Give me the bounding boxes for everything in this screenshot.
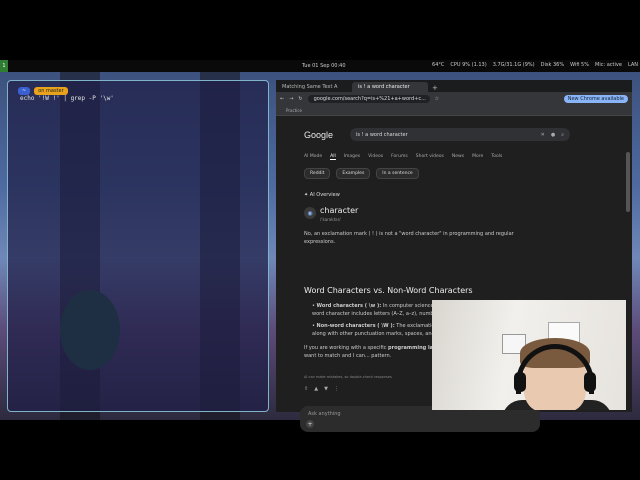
definition-word: character — [320, 206, 359, 215]
terminal-window[interactable]: ~ on master echo '!W !' | grep -P '\w' — [7, 80, 269, 412]
chip-examples[interactable]: Examples — [336, 168, 371, 179]
prompt-branch: on master — [34, 87, 68, 95]
pronunciation: /ˈkarəktər/ — [320, 217, 341, 222]
clear-icon[interactable]: ✕ — [541, 132, 545, 138]
tab-label: is ! a word character — [358, 84, 410, 90]
tab-news[interactable]: News — [452, 154, 464, 160]
feedback-row: ⇪ ▲ ▼ ⋮ — [304, 386, 339, 392]
tab-forums[interactable]: Forums — [391, 154, 408, 160]
tab-label: Matching Same Text A — [282, 84, 338, 90]
tab-videos[interactable]: Videos — [368, 154, 383, 160]
search-tabs: AI Mode All Images Videos Forums Short v… — [304, 154, 502, 160]
tab-matching[interactable]: Matching Same Text A — [276, 82, 352, 92]
forward-icon[interactable]: → — [289, 96, 293, 102]
terminal-command[interactable]: echo '!W !' | grep -P '\w' — [20, 95, 114, 102]
bookmarks-bar: Practice — [276, 106, 632, 116]
headphone-cup — [514, 372, 526, 392]
refine-chips: Reddit Examples In a sentence — [304, 168, 419, 179]
tab-active-search[interactable]: is ! a word character — [352, 82, 428, 92]
chip-reddit[interactable]: Reddit — [304, 168, 331, 179]
system-tray: 64°C CPU 9% (1.13) 3.7G/31.1G (9%) Disk … — [432, 62, 638, 68]
url-field[interactable]: google.com/search?q=is+%21+a+word+c... — [307, 95, 430, 103]
search-icons: ✕ ● ⌕ — [541, 132, 564, 138]
intro-text: No, an exclamation mark ( ! ) is not a "… — [304, 231, 514, 245]
new-tab-button[interactable]: + — [428, 84, 442, 92]
wifi-status: Wifi 5% — [570, 62, 589, 68]
para-text: If you are working with a specific — [304, 345, 389, 351]
workspace-indicator[interactable]: 1 — [0, 60, 8, 72]
mic-icon[interactable]: ● — [551, 132, 555, 138]
star-icon[interactable]: ☆ — [435, 96, 439, 102]
new-chrome-button[interactable]: New Chrome available — [563, 95, 628, 103]
tab-tools[interactable]: Tools — [491, 154, 502, 160]
tab-ai-mode[interactable]: AI Mode — [304, 154, 322, 160]
bullet-bold: Non-word characters ( \W ): — [316, 323, 395, 329]
more-icon[interactable]: ⋮ — [334, 386, 339, 392]
google-logo[interactable]: Google — [304, 130, 333, 140]
disk-usage: Disk 36% — [540, 62, 565, 68]
speaker-icon[interactable]: ◉ — [304, 207, 316, 219]
thumbs-up-icon[interactable]: ▲ — [314, 386, 318, 392]
headphone-cup — [584, 372, 596, 392]
back-icon[interactable]: ← — [280, 96, 284, 102]
mic-status: Mic: active — [595, 62, 622, 68]
chip-sentence[interactable]: In a sentence — [376, 168, 419, 179]
bookmark-practice[interactable]: Practice — [286, 108, 302, 113]
plus-icon[interactable]: + — [306, 420, 314, 428]
clock: Tue 01 Sep 00:40 — [302, 63, 346, 69]
memory-usage: 3.7G/31.1G (9%) — [492, 62, 535, 68]
terminal-prompt: ~ on master — [18, 87, 68, 95]
top-status-bar: 1 Tue 01 Sep 00:40 64°C CPU 9% (1.13) 3.… — [0, 60, 640, 72]
search-input[interactable]: is ! a word character ✕ ● ⌕ — [350, 128, 570, 141]
ai-disclaimer: AI can make mistakes, so double-check re… — [304, 375, 392, 379]
tab-short-videos[interactable]: Short videos — [416, 154, 444, 160]
address-bar-row: ← → ↻ google.com/search?q=is+%21+a+word+… — [276, 92, 632, 106]
bullet-bold: Word characters ( \w ): — [316, 303, 382, 309]
share-icon[interactable]: ⇪ — [304, 386, 308, 392]
tab-strip: Matching Same Text A is ! a word charact… — [276, 80, 632, 92]
ai-overview-text: AI Overview — [309, 192, 340, 198]
tab-images[interactable]: Images — [344, 154, 360, 160]
cpu-usage: CPU 9% (1.13) — [450, 62, 487, 68]
search-icon[interactable]: ⌕ — [561, 132, 564, 138]
search-query: is ! a word character — [356, 131, 408, 138]
lan-status: LAN — [627, 62, 638, 68]
thumbs-down-icon[interactable]: ▼ — [324, 386, 328, 392]
ai-overview-label: ✦ AI Overview — [304, 192, 340, 198]
cpu-temp: 64°C — [432, 62, 445, 68]
tab-all[interactable]: All — [330, 154, 336, 160]
webcam-overlay — [432, 300, 626, 410]
section-heading: Word Characters vs. Non-Word Characters — [304, 286, 473, 295]
tab-more[interactable]: More — [472, 154, 483, 160]
reload-icon[interactable]: ↻ — [298, 96, 302, 102]
prompt-dir: ~ — [18, 87, 31, 95]
ask-placeholder: Ask anything — [308, 411, 341, 417]
scrollbar[interactable] — [626, 152, 630, 212]
